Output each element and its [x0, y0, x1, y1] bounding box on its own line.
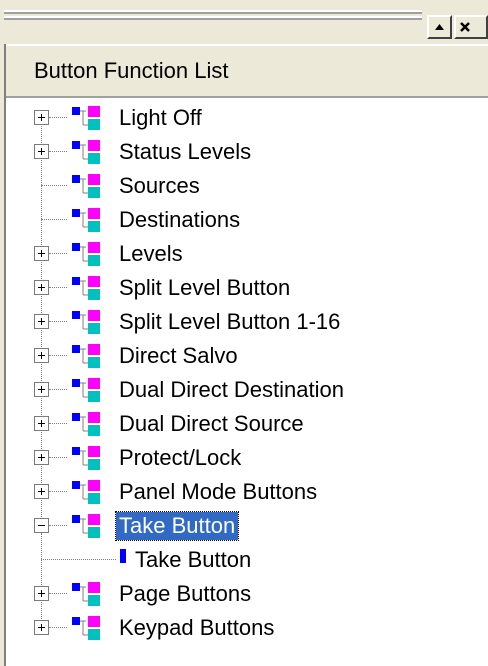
expand-plus-icon[interactable] — [34, 280, 49, 295]
tree-node-label[interactable]: Page Buttons — [116, 580, 254, 608]
tree-node[interactable]: Panel Mode Buttons — [6, 475, 488, 509]
tree-node-icon — [72, 514, 100, 538]
tree-connector — [41, 559, 116, 560]
tree-child-node[interactable]: Take Button — [6, 533, 488, 577]
tree-node-icon — [72, 582, 100, 606]
expand-plus-icon[interactable] — [34, 348, 49, 363]
tree-node-icon — [72, 446, 100, 470]
tree-node[interactable]: Split Level Button — [6, 271, 488, 305]
close-button[interactable] — [454, 15, 488, 39]
expand-plus-icon[interactable] — [34, 450, 49, 465]
scroll-up-button[interactable] — [427, 15, 452, 39]
tree-node[interactable]: Take Button — [6, 509, 488, 543]
tree-node-icon — [72, 378, 100, 402]
tree-node-icon — [72, 208, 100, 232]
tree-node[interactable]: Dual Direct Destination — [6, 373, 488, 407]
expand-plus-icon[interactable] — [34, 416, 49, 431]
tree-node[interactable]: Protect/Lock — [6, 441, 488, 475]
tree-node-label[interactable]: Dual Direct Destination — [116, 376, 347, 404]
expand-plus-icon[interactable] — [34, 620, 49, 635]
button-function-tree[interactable]: Light Off Status Levels Sources Destination… — [6, 98, 488, 666]
tree-node-label[interactable]: Destinations — [116, 206, 243, 234]
tree-node[interactable]: Direct Salvo — [6, 339, 488, 373]
triangle-up-icon — [435, 24, 444, 30]
tree-node-label[interactable]: Direct Salvo — [116, 342, 241, 370]
tree-node-label[interactable]: Levels — [116, 240, 186, 268]
tree-connector — [41, 533, 42, 559]
expand-plus-icon[interactable] — [34, 246, 49, 261]
tree-node-label[interactable]: Sources — [116, 172, 203, 200]
expand-plus-icon[interactable] — [34, 484, 49, 499]
tree-node[interactable]: Status Levels — [6, 135, 488, 169]
tree-node-icon — [72, 480, 100, 504]
close-x-icon — [460, 22, 470, 32]
tree-node-label[interactable]: Status Levels — [116, 138, 254, 166]
tree-node-icon — [72, 140, 100, 164]
tree-node[interactable]: Dual Direct Source — [6, 407, 488, 441]
tree-node[interactable]: Sources — [6, 169, 488, 203]
tree-node-label[interactable]: Take Button — [114, 511, 240, 541]
collapse-minus-icon[interactable] — [34, 518, 49, 533]
expand-plus-icon[interactable] — [34, 314, 49, 329]
child-node-icon — [120, 549, 126, 563]
column-header-label: Button Function List — [34, 58, 229, 83]
tree-node[interactable]: Split Level Button 1-16 — [6, 305, 488, 339]
tree-node-label[interactable]: Light Off — [116, 104, 205, 132]
tree-node-icon — [72, 616, 100, 640]
expand-plus-icon[interactable] — [34, 382, 49, 397]
tree-node[interactable]: Destinations — [6, 203, 488, 237]
expand-plus-icon[interactable] — [34, 144, 49, 159]
tree-node-label[interactable]: Panel Mode Buttons — [116, 478, 320, 506]
expand-plus-icon[interactable] — [34, 586, 49, 601]
tree-node-icon — [72, 412, 100, 436]
tree-node[interactable]: Light Off — [6, 101, 488, 135]
tree-node[interactable]: Keypad Buttons — [6, 611, 488, 645]
tree-node-label[interactable]: Split Level Button — [116, 274, 293, 302]
tree-node[interactable]: Page Buttons — [6, 577, 488, 611]
tree-node-icon — [72, 344, 100, 368]
expand-plus-icon[interactable] — [34, 110, 49, 125]
tree-child-label[interactable]: Take Button — [132, 546, 254, 574]
drag-grip-line — [4, 16, 422, 20]
drag-grip[interactable] — [4, 10, 422, 14]
tree-node-icon — [72, 242, 100, 266]
tree-node-icon — [72, 310, 100, 334]
tree-node[interactable]: Levels — [6, 237, 488, 271]
column-header[interactable]: Button Function List — [6, 44, 488, 98]
tree-node-icon — [72, 106, 100, 130]
tree-node-label[interactable]: Protect/Lock — [116, 444, 244, 472]
panel-title-bar[interactable] — [0, 0, 488, 44]
tree-node-label[interactable]: Split Level Button 1-16 — [116, 308, 343, 336]
tree-node-label[interactable]: Dual Direct Source — [116, 410, 307, 438]
tree-node-icon — [72, 174, 100, 198]
tree-node-label[interactable]: Keypad Buttons — [116, 614, 277, 642]
tree-node-icon — [72, 276, 100, 300]
